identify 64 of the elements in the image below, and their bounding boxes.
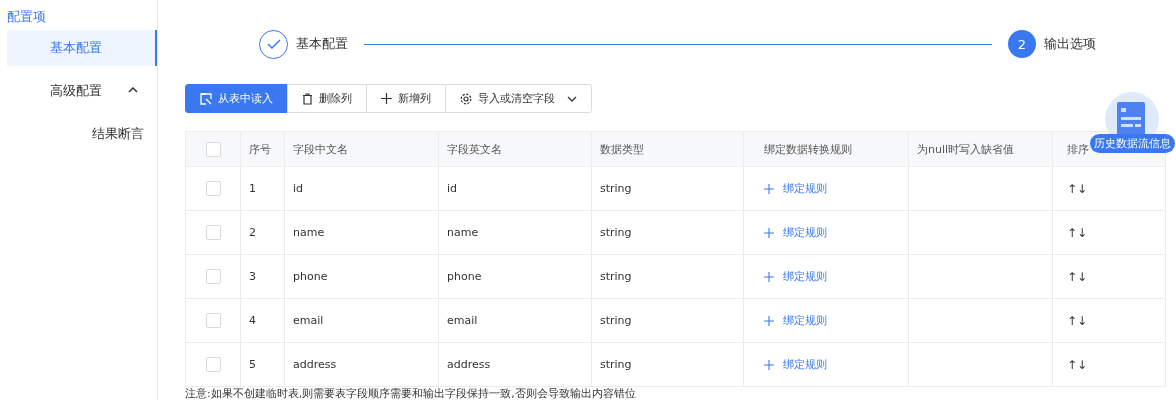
step-label: 输出选项 <box>1044 35 1096 53</box>
table-cell: address <box>284 343 438 386</box>
sidebar-title: 配置项 <box>6 8 47 26</box>
checkbox[interactable] <box>205 357 221 372</box>
step-label: 基本配置 <box>296 35 348 53</box>
plus-icon <box>764 315 774 326</box>
toolbar-button[interactable]: 从表中读入 <box>185 84 288 113</box>
table-cell: string <box>591 343 743 386</box>
table-cell: string <box>591 255 743 298</box>
table-cell: phone <box>284 255 438 298</box>
column-header: 序号 <box>240 132 284 166</box>
plus-icon <box>764 271 774 282</box>
table-cell: 4 <box>240 299 284 342</box>
table-cell: email <box>284 299 438 342</box>
table-cell: 2 <box>240 211 284 254</box>
sidebar-item[interactable]: 高级配置 <box>7 73 157 109</box>
table-cell: string <box>591 167 743 210</box>
column-header: 绑定数据转换规则 <box>743 132 908 166</box>
table-cell: email <box>438 299 591 342</box>
table-cell: phone <box>438 255 591 298</box>
table-cell: 3 <box>240 255 284 298</box>
toolbar-button[interactable]: 删除列 <box>287 84 367 113</box>
column-header: 字段中文名 <box>284 132 438 166</box>
bind-rule-link[interactable]: 绑定规则 <box>764 181 827 196</box>
checkbox[interactable] <box>205 141 221 157</box>
document-icon <box>1117 102 1147 136</box>
bind-rule-link[interactable]: 绑定规则 <box>764 225 827 240</box>
plus-icon <box>764 183 774 194</box>
table-cell: address <box>438 343 591 386</box>
table-cell: id <box>284 167 438 210</box>
sort-arrows[interactable]: ↑↓ <box>1067 181 1088 196</box>
sidebar-item[interactable]: 结果断言 <box>7 116 157 152</box>
plus-icon <box>381 93 392 104</box>
table-cell: name <box>438 211 591 254</box>
sort-arrows[interactable]: ↑↓ <box>1067 313 1088 328</box>
table-cell: 5 <box>240 343 284 386</box>
sort-arrows[interactable]: ↑↓ <box>1067 225 1088 240</box>
checkbox[interactable] <box>205 225 221 240</box>
table-cell: string <box>591 211 743 254</box>
plus-icon <box>764 359 774 370</box>
toolbar-button[interactable]: 新增列 <box>366 84 446 113</box>
column-header: 为null时写入缺省值 <box>908 132 1052 166</box>
select-icon <box>200 92 212 105</box>
sort-arrows[interactable]: ↑↓ <box>1067 357 1088 372</box>
trash-icon <box>302 92 313 105</box>
gear-icon <box>460 92 472 105</box>
checkbox[interactable] <box>205 181 221 196</box>
plus-icon <box>764 227 774 238</box>
checkbox[interactable] <box>205 313 221 328</box>
checkbox[interactable] <box>205 269 221 284</box>
bind-rule-link[interactable]: 绑定规则 <box>764 357 827 372</box>
sidebar-item[interactable]: 基本配置 <box>7 30 157 66</box>
toolbar-button[interactable]: 导入或清空字段 <box>445 84 592 113</box>
column-header: 字段英文名 <box>438 132 591 166</box>
table-cell: name <box>284 211 438 254</box>
bind-rule-link[interactable]: 绑定规则 <box>764 269 827 284</box>
sort-arrows[interactable]: ↑↓ <box>1067 269 1088 284</box>
note-text: 注意:如果不创建临时表,则需要表字段顺序需要和输出字段保持一致,否则会导致输出内容错位 <box>185 387 637 400</box>
step-number: 2 <box>1008 30 1036 58</box>
table-cell: id <box>438 167 591 210</box>
table-cell: string <box>591 299 743 342</box>
table-cell: 1 <box>240 167 284 210</box>
column-header: 数据类型 <box>591 132 743 166</box>
bind-rule-link[interactable]: 绑定规则 <box>764 313 827 328</box>
